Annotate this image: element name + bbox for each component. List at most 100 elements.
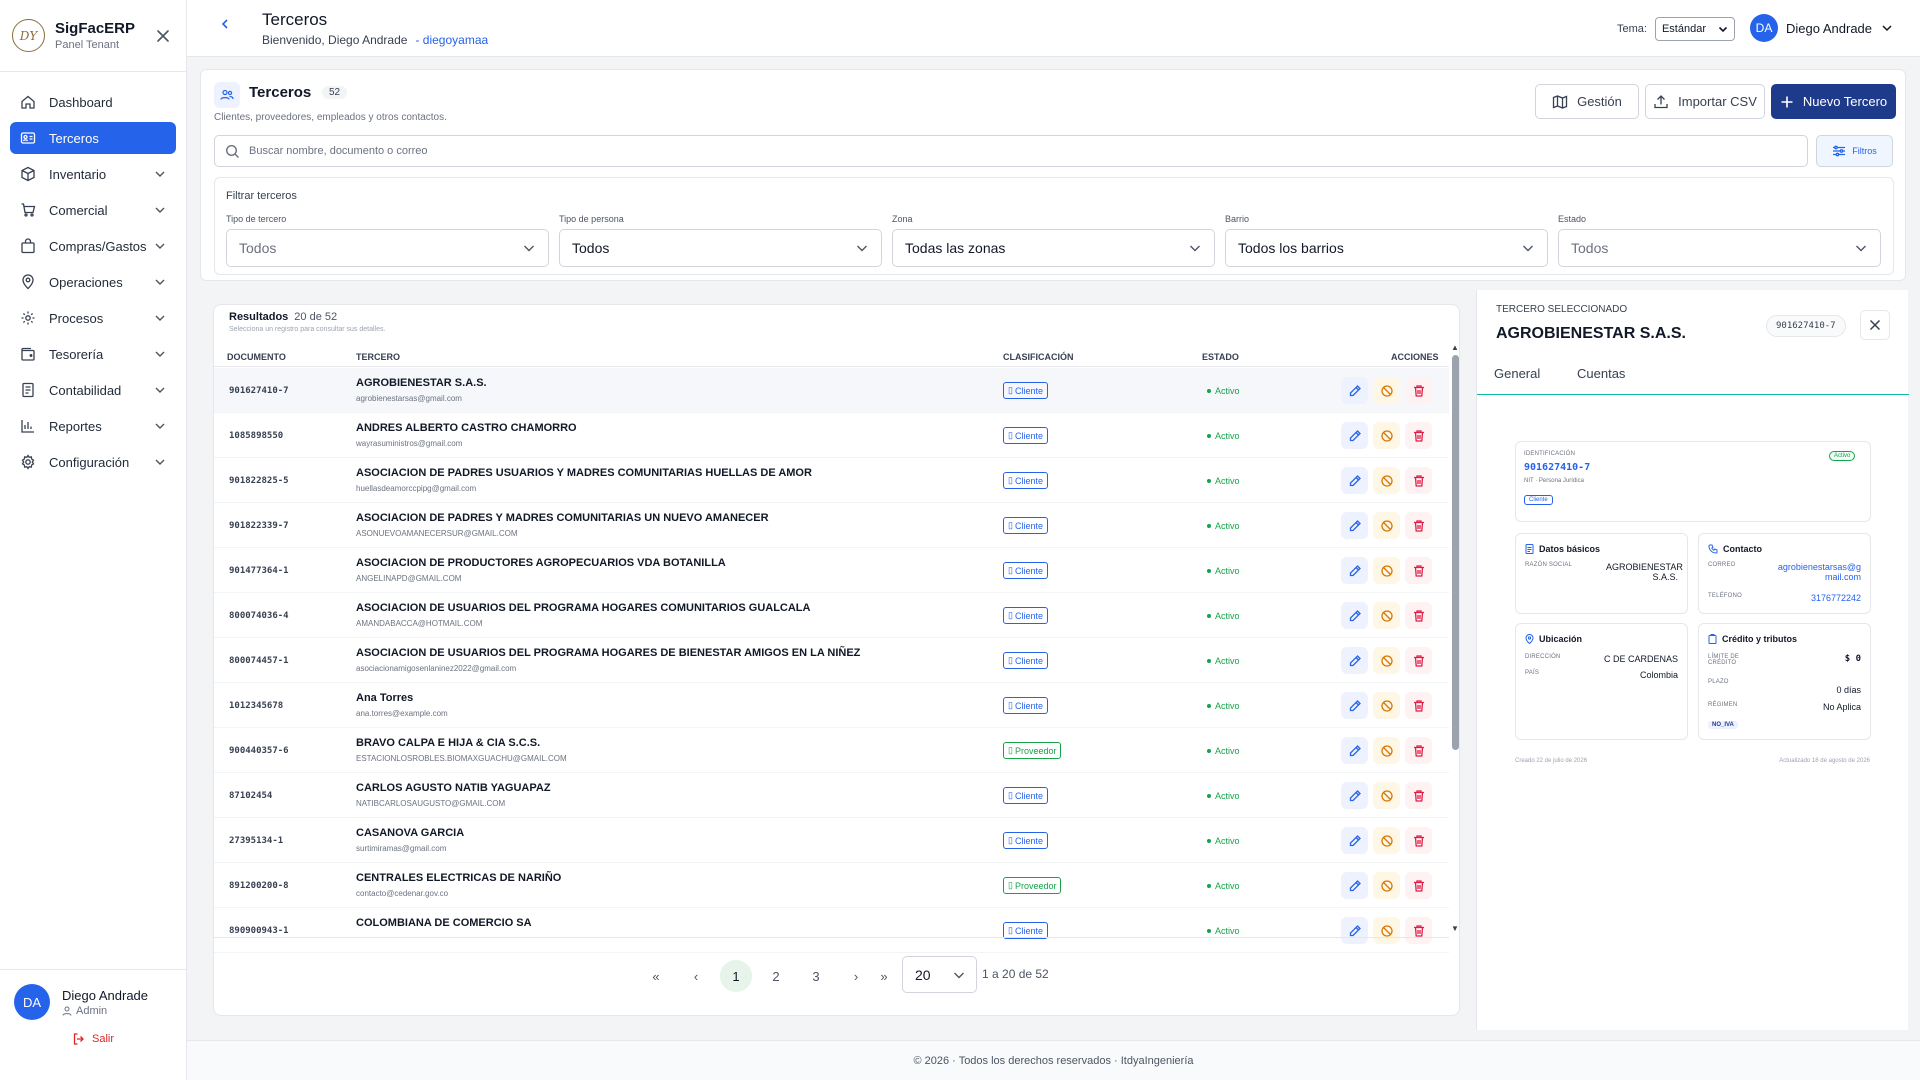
first-page-button[interactable]: « xyxy=(640,960,672,992)
estado-select[interactable]: Todos xyxy=(1558,229,1881,267)
table-row[interactable]: 1012345678 Ana Torres ana.torres@example.c… xyxy=(214,683,1449,728)
close-sidebar-icon[interactable] xyxy=(152,25,174,47)
sidebar-item-terceros[interactable]: Terceros xyxy=(10,122,176,154)
edit-icon[interactable] xyxy=(1341,692,1368,719)
zona-select[interactable]: Todas las zonas xyxy=(892,229,1215,267)
scrollbar-thumb[interactable] xyxy=(1452,355,1459,750)
id-type: NIT · Persona Jurídica xyxy=(1524,478,1584,484)
edit-icon[interactable] xyxy=(1341,647,1368,674)
edit-icon[interactable] xyxy=(1341,827,1368,854)
username-link[interactable]: - diegoyamaa xyxy=(415,33,488,47)
edit-icon[interactable] xyxy=(1341,422,1368,449)
delete-icon[interactable] xyxy=(1405,512,1432,539)
sidebar-item-dashboard[interactable]: Dashboard xyxy=(10,86,176,118)
address-label: DIRECCIÓN xyxy=(1525,654,1561,660)
tercero-name: ANDRES ALBERTO CASTRO CHAMORRO xyxy=(356,422,577,434)
delete-icon[interactable] xyxy=(1405,557,1432,584)
theme-select[interactable]: Estándar xyxy=(1654,17,1735,41)
import-csv-button[interactable]: Importar CSV xyxy=(1645,84,1765,119)
sidebar-item-tesoreria[interactable]: Tesorería xyxy=(10,338,176,370)
deactivate-icon[interactable] xyxy=(1373,377,1400,404)
edit-icon[interactable] xyxy=(1341,377,1368,404)
edit-icon[interactable] xyxy=(1341,512,1368,539)
email-link[interactable]: agrobienestarsas@gmail.com xyxy=(1771,562,1861,582)
tipo-tercero-select[interactable]: Todos xyxy=(226,229,549,267)
deactivate-icon[interactable] xyxy=(1373,467,1400,494)
deactivate-icon[interactable] xyxy=(1373,692,1400,719)
filters-button[interactable]: Filtros xyxy=(1816,135,1893,167)
table-row[interactable]: 901627410-7 AGROBIENESTAR S.A.S. agrobiene… xyxy=(214,368,1449,413)
delete-icon[interactable] xyxy=(1405,782,1432,809)
page-1-button[interactable]: 1 xyxy=(720,960,752,992)
delete-icon[interactable] xyxy=(1405,602,1432,629)
sidebar-item-contabilidad[interactable]: Contabilidad xyxy=(10,374,176,406)
delete-icon[interactable] xyxy=(1405,422,1432,449)
close-detail-button[interactable] xyxy=(1860,310,1890,340)
edit-icon[interactable] xyxy=(1341,467,1368,494)
table-row[interactable]: 901477364-1 ASOCIACION DE PRODUCTORES AGR… xyxy=(214,548,1449,593)
new-tercero-button[interactable]: Nuevo Tercero xyxy=(1771,84,1896,119)
table-row[interactable]: 27395134-1 CASANOVA GARCIA surtimiramas@gm… xyxy=(214,818,1449,863)
table-row[interactable]: 800074036-4 ASOCIACION DE USUARIOS DEL PR… xyxy=(214,593,1449,638)
deactivate-icon[interactable] xyxy=(1373,737,1400,764)
barrio-select[interactable]: Todos los barrios xyxy=(1225,229,1548,267)
page-3-button[interactable]: 3 xyxy=(800,960,832,992)
deactivate-icon[interactable] xyxy=(1373,602,1400,629)
contact-card: Contacto CORREO agrobienestarsas@gmail.c… xyxy=(1698,533,1871,614)
delete-icon[interactable] xyxy=(1405,692,1432,719)
term-row: PLAZO 0 días xyxy=(1708,679,1861,695)
edit-icon[interactable] xyxy=(1341,737,1368,764)
delete-icon[interactable] xyxy=(1405,467,1432,494)
avatar[interactable]: DA xyxy=(14,984,50,1020)
delete-icon[interactable] xyxy=(1405,827,1432,854)
delete-icon[interactable] xyxy=(1405,377,1432,404)
deactivate-icon[interactable] xyxy=(1373,557,1400,584)
deactivate-icon[interactable] xyxy=(1373,827,1400,854)
prev-page-button[interactable]: ‹ xyxy=(680,960,712,992)
deactivate-icon[interactable] xyxy=(1373,647,1400,674)
delete-icon[interactable] xyxy=(1405,737,1432,764)
gestion-button[interactable]: Gestión xyxy=(1535,84,1639,119)
sidebar-item-reportes[interactable]: Reportes xyxy=(10,410,176,442)
bar-chart-icon xyxy=(21,420,34,433)
sidebar-item-configuracion[interactable]: Configuración xyxy=(10,446,176,478)
edit-icon[interactable] xyxy=(1341,557,1368,584)
last-page-button[interactable]: » xyxy=(868,960,900,992)
deactivate-icon[interactable] xyxy=(1373,512,1400,539)
scroll-down-icon[interactable]: ▼ xyxy=(1451,924,1459,933)
tab-cuentas[interactable]: Cuentas xyxy=(1577,366,1625,381)
table-row[interactable]: 800074457-1 ASOCIACION DE USUARIOS DEL PR… xyxy=(214,638,1449,683)
sidebar-item-inventario[interactable]: Inventario xyxy=(10,158,176,190)
table-row[interactable]: 87102454 CARLOS AGUSTO NATIB YAGUAPAZ NATI… xyxy=(214,773,1449,818)
logout-button[interactable]: Salir xyxy=(14,1032,172,1046)
scroll-up-icon[interactable]: ▲ xyxy=(1451,343,1459,352)
delete-icon[interactable] xyxy=(1405,647,1432,674)
edit-icon[interactable] xyxy=(1341,602,1368,629)
table-row[interactable]: 901822339-7 ASOCIACION DE PADRES Y MADRES… xyxy=(214,503,1449,548)
phone-link[interactable]: 3176772242 xyxy=(1811,593,1861,603)
sidebar-item-procesos[interactable]: Procesos xyxy=(10,302,176,334)
table-scrollbar[interactable]: ▲ ▼ xyxy=(1449,341,1459,937)
sidebar-item-compras-gastos[interactable]: Compras/Gastos xyxy=(10,230,176,262)
table-row[interactable]: 1085898550 ANDRES ALBERTO CASTRO CHAMORRO… xyxy=(214,413,1449,458)
table-row[interactable]: 901822825-5 ASOCIACION DE PADRES USUARIOS… xyxy=(214,458,1449,503)
page-size-select[interactable]: 20 xyxy=(902,956,977,993)
deactivate-icon[interactable] xyxy=(1373,782,1400,809)
back-icon[interactable] xyxy=(220,18,230,30)
sidebar-item-operaciones[interactable]: Operaciones xyxy=(10,266,176,298)
edit-icon[interactable] xyxy=(1341,782,1368,809)
chevron-down-icon xyxy=(155,387,165,393)
search-input[interactable] xyxy=(249,145,1749,157)
page-2-button[interactable]: 2 xyxy=(760,960,792,992)
deactivate-icon[interactable] xyxy=(1373,872,1400,899)
client-chip: Cliente xyxy=(1524,495,1553,505)
edit-icon[interactable] xyxy=(1341,872,1368,899)
tab-general[interactable]: General xyxy=(1494,366,1540,381)
table-row[interactable]: 900440357-6 BRAVO CALPA E HIJA & CIA S.C.… xyxy=(214,728,1449,773)
sidebar-item-comercial[interactable]: Comercial xyxy=(10,194,176,226)
delete-icon[interactable] xyxy=(1405,872,1432,899)
deactivate-icon[interactable] xyxy=(1373,422,1400,449)
tipo-persona-select[interactable]: Todos xyxy=(559,229,882,267)
user-menu[interactable]: DA Diego Andrade xyxy=(1750,14,1894,42)
table-row[interactable]: 891200200-8 CENTRALES ELECTRICAS DE NARIÑ… xyxy=(214,863,1449,908)
